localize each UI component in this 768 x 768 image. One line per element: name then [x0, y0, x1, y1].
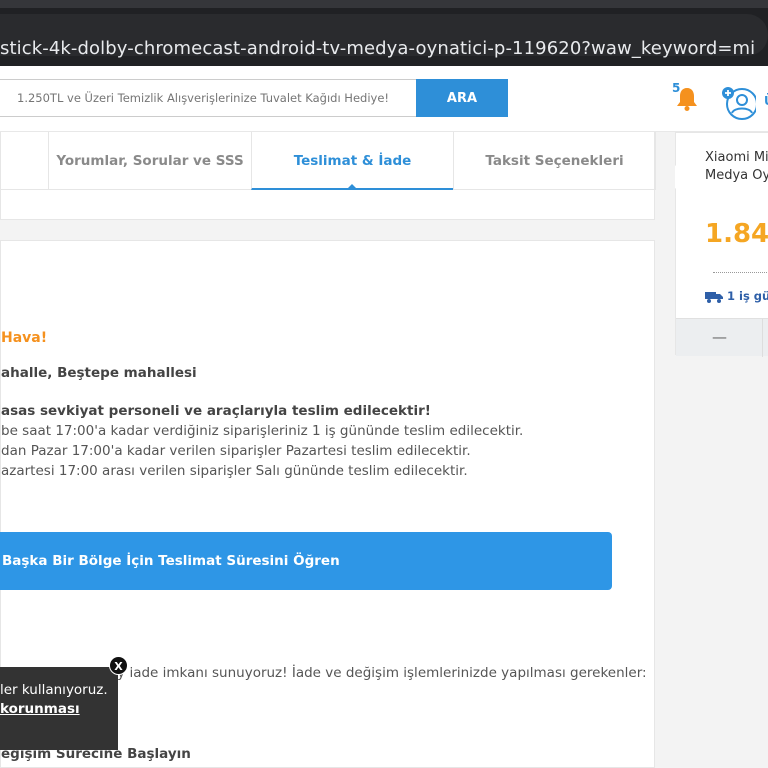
tab-row: Yorumlar, Sorular ve SSS Teslimat & İade…	[1, 132, 656, 190]
delivery-subheading: asas sevkiyat personeli ve araçlarıyla t…	[1, 403, 431, 419]
panel-pointer-icon	[675, 165, 685, 189]
product-price: 1.849	[705, 219, 768, 249]
quantity-stepper[interactable]: —	[676, 318, 768, 357]
stepper-divider	[762, 319, 763, 357]
product-title-line-2: Medya Oy	[705, 168, 768, 183]
user-avatar-icon[interactable]	[720, 86, 758, 126]
address-text[interactable]: stick-4k-dolby-chromecast-android-tv-med…	[0, 38, 755, 59]
delivery-line-3: azartesi 17:00 arası verilen siparişler …	[1, 463, 468, 479]
cookie-privacy-link[interactable]: korunması	[0, 701, 80, 717]
delivery-headline: Hava!	[1, 330, 48, 346]
address-field[interactable]: stick-4k-dolby-chromecast-android-tv-med…	[0, 14, 768, 59]
browser-url-bar: stick-4k-dolby-chromecast-android-tv-med…	[0, 0, 768, 66]
quantity-decrease-button[interactable]: —	[712, 328, 727, 346]
delivery-line-1: be saat 17:00'a kadar verdiğiniz sipariş…	[1, 423, 524, 439]
bell-icon[interactable]	[676, 86, 698, 116]
product-tabs: Yorumlar, Sorular ve SSS Teslimat & İade…	[0, 132, 656, 220]
browser-tab-strip	[0, 0, 768, 8]
site-header: ARA	[0, 66, 768, 132]
delivery-line-2: dan Pazar 17:00'a kadar verilen siparişl…	[1, 443, 471, 459]
shipping-info: 1 iş gün	[705, 289, 768, 303]
other-region-delivery-button[interactable]: Başka Bir Bölge İçin Teslimat Süresini Ö…	[0, 532, 612, 590]
delivery-location: ahalle, Beştepe mahallesi	[1, 365, 197, 381]
search-button[interactable]: ARA	[416, 79, 508, 117]
active-tab-caret-icon	[346, 184, 358, 190]
product-summary-panel: Xiaomi Mi Medya Oy 1.849 1 iş gün —	[675, 132, 768, 357]
cookie-text: ler kullanıyoruz.	[0, 682, 108, 698]
search-box[interactable]	[0, 79, 417, 117]
cookie-close-button[interactable]: X	[109, 656, 128, 675]
search-input[interactable]	[0, 80, 416, 116]
divider	[713, 272, 768, 273]
tab-delivery-returns[interactable]: Teslimat & İade	[251, 132, 453, 190]
tab-installments[interactable]: Taksit Seçenekleri	[453, 132, 656, 190]
shipping-text: 1 iş gün	[727, 289, 768, 303]
product-title-line-1: Xiaomi Mi	[705, 150, 768, 165]
user-label[interactable]: Ü	[764, 94, 768, 108]
cookie-banner: ler kullanıyoruz. korunması	[0, 667, 118, 750]
truck-icon	[705, 291, 723, 303]
tab-reviews[interactable]: Yorumlar, Sorular ve SSS	[48, 132, 251, 190]
